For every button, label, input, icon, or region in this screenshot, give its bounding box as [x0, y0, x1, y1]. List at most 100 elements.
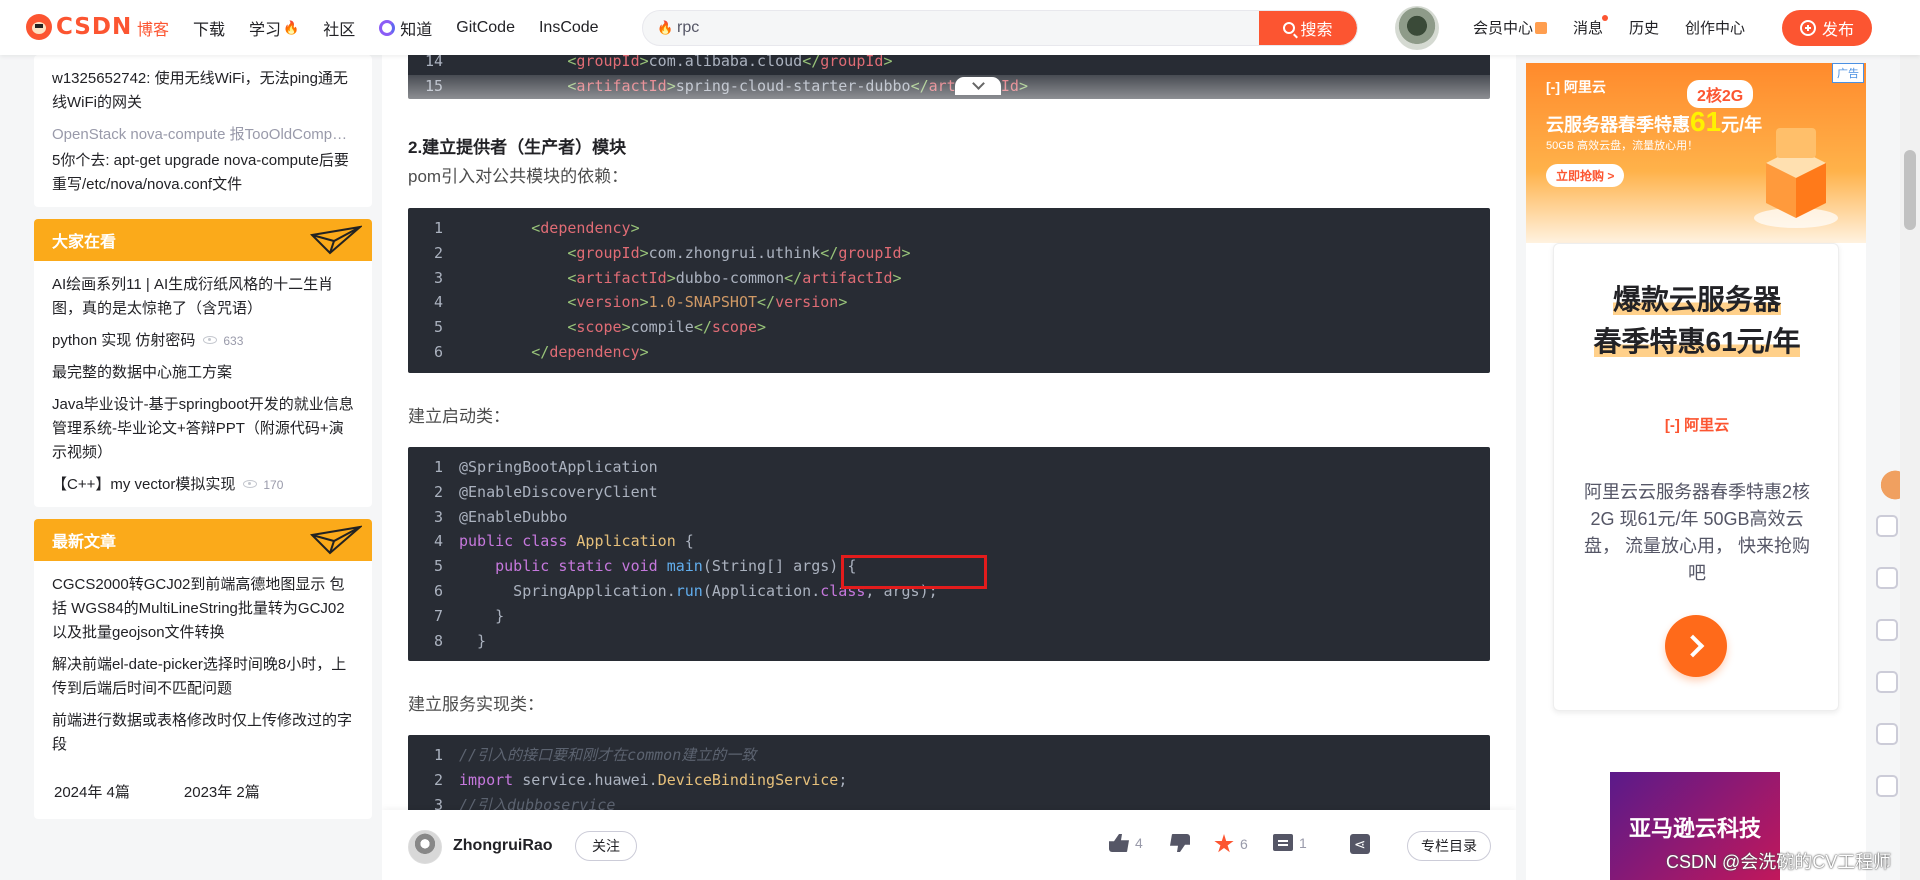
code-block-application: 1 @SpringBootApplication 2 @EnableDiscover… — [408, 447, 1490, 661]
top-navbar: CSDN 博客 下载 学习🔥 社区 知道 GitCode InsCode 🔥 搜… — [0, 0, 1920, 55]
code-line: 8 } — [433, 631, 487, 650]
ad-card[interactable]: 爆款云服务器 春季特惠61元/年 [-] 阿里云 阿里云云服务器春季特惠2核2G… — [1553, 243, 1839, 711]
publish-button[interactable]: 发布 — [1782, 10, 1872, 46]
aliyun-logo: [-] 阿里云 — [1664, 417, 1730, 434]
comment-button[interactable]: 1 — [1273, 834, 1307, 851]
paper-plane-icon — [310, 525, 362, 555]
nav-gitcode[interactable]: GitCode — [456, 19, 515, 37]
latest-item[interactable]: 前端进行数据或表格修改时仅上传修改过的字段 — [52, 709, 354, 757]
share-icon — [1350, 834, 1370, 854]
gift-icon — [1535, 22, 1548, 34]
tool-icon[interactable] — [1876, 619, 1898, 641]
nav-vip-center[interactable]: 会员中心 — [1473, 17, 1548, 38]
archive-year[interactable]: 2024年 4篇 — [54, 781, 130, 802]
logo-text: CSDN — [56, 14, 133, 40]
side-toolbar — [1876, 515, 1898, 827]
expand-code-button[interactable] — [955, 77, 1001, 95]
code-line: 3 <artifactId>dubbo-common</artifactId> — [433, 268, 902, 287]
column-catalog-button[interactable]: 专栏目录 — [1407, 831, 1491, 861]
code-line: 2 <groupId>com.zhongrui.uthink</groupId> — [433, 243, 911, 262]
recent-comments-card: w1325652742: 使用无线WiFi，无法ping通无线WiFi的网关 O… — [34, 55, 372, 207]
popular-item[interactable]: AI绘画系列11 | AI生成衍纸风格的十二生肖图，真的是太惊艳了（含咒语） — [52, 273, 354, 321]
paragraph: 建立启动类： — [408, 407, 510, 426]
paragraph: pom引入对公共模块的依赖： — [408, 167, 629, 186]
archive-year[interactable]: 2023年 2篇 — [184, 781, 260, 802]
nav-blog[interactable]: 博客 — [137, 16, 169, 40]
views-eye-icon — [203, 336, 218, 344]
comment-icon — [1273, 834, 1293, 851]
views-eye-icon — [243, 480, 258, 488]
comment-item[interactable]: OpenStack nova-compute 报TooOldComputeSer… — [52, 123, 354, 147]
scrollbar-thumb[interactable] — [1904, 150, 1916, 230]
paper-plane-icon — [310, 225, 362, 255]
popular-item[interactable]: Java毕业设计-基于springboot开发的就业信息管理系统-毕业论文+答辩… — [52, 393, 354, 465]
ad-label: 广告 — [1832, 63, 1864, 83]
ad-go-button[interactable] — [1665, 615, 1727, 677]
aliyun-logo: [-] 阿里云 — [1546, 79, 1606, 95]
search-button[interactable]: 搜索 — [1259, 11, 1357, 45]
search-icon — [1283, 22, 1296, 34]
feedback-icon[interactable] — [1876, 515, 1898, 537]
hot-flame-icon: 🔥 — [657, 20, 674, 35]
nav-history[interactable]: 历史 — [1629, 17, 1659, 38]
author-avatar[interactable] — [408, 830, 442, 864]
tool-icon[interactable] — [1876, 567, 1898, 589]
chevron-down-icon — [971, 77, 985, 90]
search-input[interactable] — [677, 11, 1237, 45]
search-bar: 🔥 搜索 — [642, 10, 1358, 46]
ad-banner[interactable]: [-] 阿里云 广告 2核2G 云服务器春季特惠61元/年 50GB 高效云盘，… — [1526, 63, 1866, 243]
favorite-button[interactable]: 6 — [1214, 834, 1248, 854]
latest-item[interactable]: 解决前端el-date-picker选择时间晚8小时，上传到后端后时间不匹配问题 — [52, 653, 354, 701]
comment-item[interactable]: 5你个去: apt-get upgrade nova-compute后要重写/e… — [52, 149, 354, 197]
like-button[interactable]: 4 — [1109, 834, 1143, 852]
follow-button[interactable]: 关注 — [575, 831, 637, 861]
thumbs-up-icon — [1109, 834, 1129, 852]
popular-item[interactable]: 最完整的数据中心施工方案 — [52, 361, 354, 385]
code-line: 14 <groupId>com.alibaba.cloud</groupId> — [424, 55, 893, 70]
ad-card-title: 爆款云服务器 春季特惠61元/年 — [1593, 284, 1801, 357]
popular-item[interactable]: python 实现 仿射密码 633 — [52, 329, 354, 353]
popular-card: 大家在看 AI绘画系列11 | AI生成衍纸风格的十二生肖图，真的是太惊艳了（含… — [34, 219, 372, 507]
code-line: 1 @SpringBootApplication — [433, 458, 658, 476]
main-nav: 博客 下载 学习 🔥 社区 知道 GitCode InsCode — [137, 0, 623, 55]
ad-panel[interactable]: [-] 阿里云 广告 2核2G 云服务器春季特惠61元/年 50GB 高效云盘，… — [1526, 63, 1866, 763]
nav-learn[interactable]: 学习 🔥 — [249, 16, 299, 40]
popular-item[interactable]: 【C++】my vector模拟实现 170 — [52, 473, 354, 497]
tool-icon[interactable] — [1876, 775, 1898, 797]
flame-icon: 🔥 — [283, 19, 300, 35]
csdn-logo[interactable]: CSDN — [26, 13, 132, 41]
section-heading: 2.建立提供者（生产者）模块 — [408, 138, 627, 157]
thumbs-down-icon — [1170, 834, 1190, 852]
archive-years: 2024年 4篇 2023年 2篇 — [34, 767, 372, 802]
tool-icon[interactable] — [1876, 723, 1898, 745]
author-name[interactable]: ZhongruiRao — [453, 837, 553, 855]
code-block-collapsed: 14 <groupId>com.alibaba.cloud</groupId> … — [408, 55, 1490, 105]
plus-circle-icon — [1799, 20, 1816, 36]
code-line: 6 </dependency> — [433, 342, 649, 361]
code-line: 4 <version>1.0-SNAPSHOT</version> — [433, 293, 848, 312]
ad-badge: 2核2G — [1687, 80, 1754, 108]
side-mascot-icon[interactable] — [1876, 460, 1900, 510]
nav-download[interactable]: 下载 — [193, 16, 225, 40]
latest-card-title: 最新文章 — [34, 519, 372, 561]
unread-dot — [1602, 15, 1609, 21]
comment-item[interactable]: w1325652742: 使用无线WiFi，无法ping通无线WiFi的网关 — [52, 67, 354, 115]
ad-buy-button[interactable]: 立即抢购 > — [1546, 164, 1625, 187]
dislike-button[interactable] — [1170, 834, 1190, 852]
ad-card-text: 阿里云云服务器春季特惠2核2G 现61元/年 50GB高效云盘， 流量放心用， … — [1583, 482, 1810, 583]
code-line: 4 public class Application { — [433, 532, 694, 551]
user-avatar[interactable] — [1395, 6, 1439, 50]
nav-creator-center[interactable]: 创作中心 — [1685, 17, 1745, 38]
nav-zhidao[interactable]: 知道 — [379, 16, 432, 40]
left-sidebar: w1325652742: 使用无线WiFi，无法ping通无线WiFi的网关 O… — [34, 55, 372, 831]
nav-messages[interactable]: 消息 — [1573, 15, 1609, 38]
nav-community[interactable]: 社区 — [323, 16, 355, 40]
nav-inscode[interactable]: InsCode — [539, 19, 599, 37]
share-button[interactable] — [1350, 834, 1370, 854]
watermark: CSDN @会洗碗的CV工程师 — [1666, 852, 1892, 872]
scrollbar[interactable] — [1900, 55, 1920, 880]
code-line: 1 <dependency> — [433, 219, 640, 237]
latest-item[interactable]: CGCS2000转GCJ02到前端高德地图显示 包括 WGS84的MultiLi… — [52, 573, 354, 645]
lock-icon[interactable] — [1876, 671, 1898, 693]
zhidao-icon — [379, 19, 396, 36]
